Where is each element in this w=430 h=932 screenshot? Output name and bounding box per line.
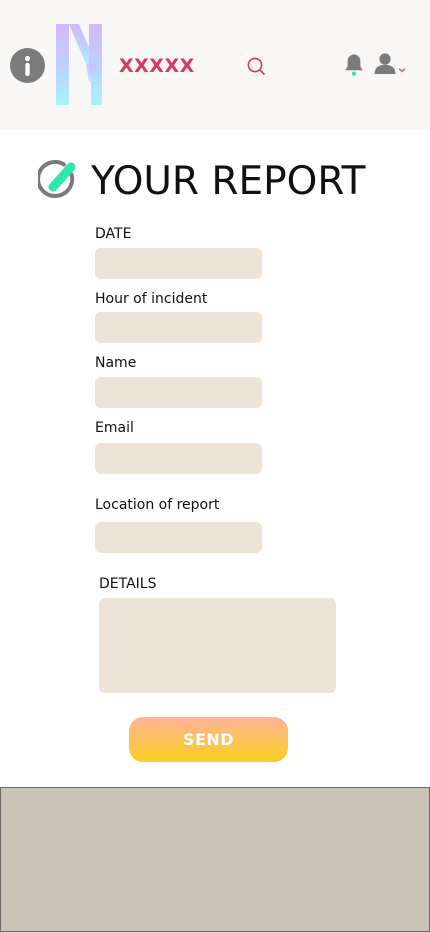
email-label: Email [95, 420, 134, 436]
location-of-report-label: Location of report [95, 497, 220, 513]
edit-icon [36, 160, 80, 202]
user-menu[interactable] [372, 52, 408, 76]
n-logo-icon[interactable] [56, 24, 102, 105]
date-field[interactable] [95, 248, 262, 279]
bell-icon[interactable] [343, 53, 365, 77]
hour-of-incident-label: Hour of incident [95, 291, 208, 307]
info-icon[interactable] [10, 48, 45, 83]
email-field[interactable] [95, 443, 262, 474]
app-header: XXXXX [0, 0, 430, 130]
name-field[interactable] [95, 377, 262, 408]
hour-of-incident-field[interactable] [95, 312, 262, 343]
location-of-report-field[interactable] [95, 522, 262, 553]
brand-name[interactable]: XXXXX [119, 55, 195, 77]
page-title: YOUR REPORT [91, 159, 366, 204]
footer-panel [0, 787, 430, 932]
name-label: Name [95, 355, 137, 371]
details-label: DETAILS [99, 576, 157, 592]
user-icon [374, 53, 396, 74]
chevron-down-icon [398, 68, 406, 73]
date-label: DATE [95, 226, 132, 242]
details-field[interactable] [99, 598, 336, 693]
search-icon[interactable] [246, 56, 266, 76]
send-button[interactable]: SEND [129, 717, 288, 762]
